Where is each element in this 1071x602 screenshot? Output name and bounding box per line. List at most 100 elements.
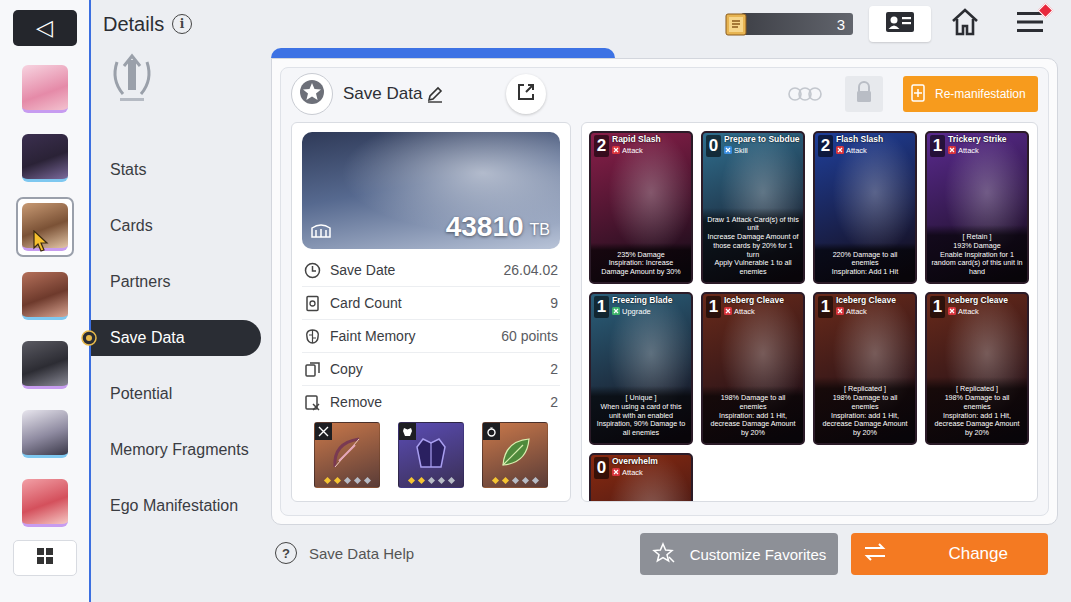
customize-favorites-button[interactable]: Customize Favorites — [640, 533, 838, 575]
sidebar-item[interactable]: Partners — [91, 264, 261, 300]
card-header: 1Iceberg CleaveAttack — [703, 294, 803, 318]
share-icon — [516, 82, 536, 106]
pencil-icon[interactable] — [426, 85, 444, 103]
equipment-stars — [483, 478, 547, 483]
character-slot[interactable] — [14, 192, 76, 261]
stat-icon — [304, 361, 321, 378]
skill-card[interactable]: 2Rapid SlashAttack235% DamageInspiration… — [589, 131, 693, 284]
upgrade-type-icon — [612, 307, 620, 315]
card-description-line: Inspiration: Add 1 Hit — [819, 268, 911, 277]
home-button[interactable] — [948, 7, 982, 41]
save-summary: 43810TBSave Date26.04.02Card Count9Faint… — [291, 122, 571, 502]
share-button[interactable] — [506, 74, 546, 114]
skill-card[interactable]: 0Prepare to SubdueSkillDraw 1 Attack Car… — [701, 131, 805, 284]
card-type-label: Attack — [846, 307, 867, 316]
re-manifestation-button[interactable]: Re-manifestation — [903, 76, 1038, 112]
card-tag: [ Unique ] — [595, 394, 687, 403]
id-card-icon — [886, 12, 914, 32]
star — [323, 477, 330, 484]
character-slot[interactable] — [14, 330, 76, 399]
skill-card[interactable]: 0OverwhelmAttack — [589, 453, 693, 502]
equipment-type-icon — [402, 423, 413, 441]
profile-button[interactable] — [869, 6, 931, 42]
sidebar-label: Potential — [110, 385, 172, 403]
sidebar-item[interactable]: Cards — [91, 208, 261, 244]
help-link[interactable]: ?Save Data Help — [275, 542, 414, 564]
star — [531, 477, 538, 484]
stat-value: 9 — [550, 295, 558, 311]
panel-actions: Re-manifestation — [785, 76, 1038, 112]
skill-card[interactable]: 1Trickery StrikeAttack[ Retain ]193% Dam… — [925, 131, 1029, 284]
card-tag: [ Replicated ] — [931, 385, 1023, 394]
stat-label: Faint Memory — [330, 328, 416, 344]
card-cost: 1 — [594, 296, 609, 318]
sidebar-item[interactable]: Memory Fragments — [91, 432, 261, 468]
card-info: Rapid SlashAttack — [612, 135, 661, 155]
lock-icon — [855, 81, 873, 107]
stat-value: 60 points — [501, 328, 558, 344]
id-card-icon — [891, 17, 898, 24]
skill-card[interactable]: 2Flash SlashAttack220% Damage to all ene… — [813, 131, 917, 284]
sidebar-item[interactable]: Potential — [91, 376, 261, 412]
card-description-line: Increase Damage Amount of those cards by… — [707, 233, 799, 259]
equipment-slot[interactable] — [314, 422, 380, 488]
share-icon — [519, 85, 533, 99]
star — [353, 477, 360, 484]
star — [427, 477, 434, 484]
card-type: Attack — [724, 307, 784, 316]
card-list: 2Rapid SlashAttack235% DamageInspiration… — [581, 122, 1038, 502]
attack-type-icon — [948, 146, 956, 154]
skill-card[interactable]: 1Iceberg CleaveAttack[ Replicated ]198% … — [925, 292, 1029, 445]
save-score: 43810 — [446, 211, 524, 243]
card-info: Freezing BladeUpgrade — [612, 296, 672, 316]
card-tag: [ Retain ] — [931, 233, 1023, 242]
equipment-type-icon — [318, 426, 329, 437]
change-button[interactable]: Change — [851, 533, 1048, 575]
character-slot[interactable] — [14, 468, 76, 537]
equipment-type-icon — [486, 426, 497, 437]
character-portrait — [22, 341, 68, 389]
card-type-label: Attack — [958, 307, 979, 316]
rings-icon — [785, 86, 825, 102]
character-slot[interactable] — [14, 123, 76, 192]
equipment-icon — [417, 439, 445, 467]
card-description-line: When using a card of this unit with an e… — [595, 403, 687, 438]
card-cost: 1 — [930, 135, 945, 157]
sidebar-item[interactable]: Save Data — [91, 320, 261, 356]
attack-type-icon — [612, 146, 620, 154]
card-description-line: Draw 1 Attack Card(s) of this unit — [707, 216, 799, 234]
sidebar: Stats Cards Partners Save Data Potential Memo… — [91, 48, 271, 602]
skill-card[interactable]: 1Iceberg CleaveAttack198% Damage to all … — [701, 292, 805, 445]
character-rail: ◁ — [0, 0, 91, 602]
panel-header: Save DataRe-manifestation — [291, 72, 1038, 116]
sidebar-item[interactable]: Stats — [91, 152, 261, 188]
character-slot[interactable] — [14, 399, 76, 468]
roster-grid-button[interactable] — [13, 540, 77, 576]
attack-type-icon — [948, 307, 956, 315]
back-button[interactable]: ◁ — [13, 10, 77, 46]
skill-card[interactable]: 1Iceberg CleaveAttack[ Replicated ]198% … — [813, 292, 917, 445]
equipment-icon — [495, 433, 535, 477]
menu-button[interactable] — [1015, 9, 1045, 39]
sidebar-item[interactable]: Ego Manifestation — [91, 488, 261, 524]
star — [363, 477, 370, 484]
card-info: Flash SlashAttack — [836, 135, 883, 155]
character-slot[interactable] — [14, 261, 76, 330]
card-type: Attack — [612, 468, 658, 477]
equipment-stars — [399, 478, 463, 483]
skill-type-icon — [724, 146, 732, 154]
card-info: Iceberg CleaveAttack — [724, 296, 784, 316]
lock-icon — [855, 81, 873, 103]
star — [407, 477, 414, 484]
pencil-icon — [428, 101, 442, 102]
card-description: 220% Damage to all enemiesInspiration: A… — [815, 243, 915, 282]
equipment-slot[interactable] — [398, 422, 464, 488]
info-icon[interactable]: i — [172, 14, 192, 34]
card-type-label: Attack — [734, 307, 755, 316]
card-cost: 0 — [594, 457, 609, 479]
lock-button[interactable] — [845, 76, 883, 112]
save-stats: Save Date26.04.02Card Count9Faint Memory… — [302, 254, 560, 418]
skill-card[interactable]: 1Freezing BladeUpgrade [ Unique ]When usi… — [589, 292, 693, 445]
equipment-slot[interactable] — [482, 422, 548, 488]
character-slot[interactable] — [14, 54, 76, 123]
